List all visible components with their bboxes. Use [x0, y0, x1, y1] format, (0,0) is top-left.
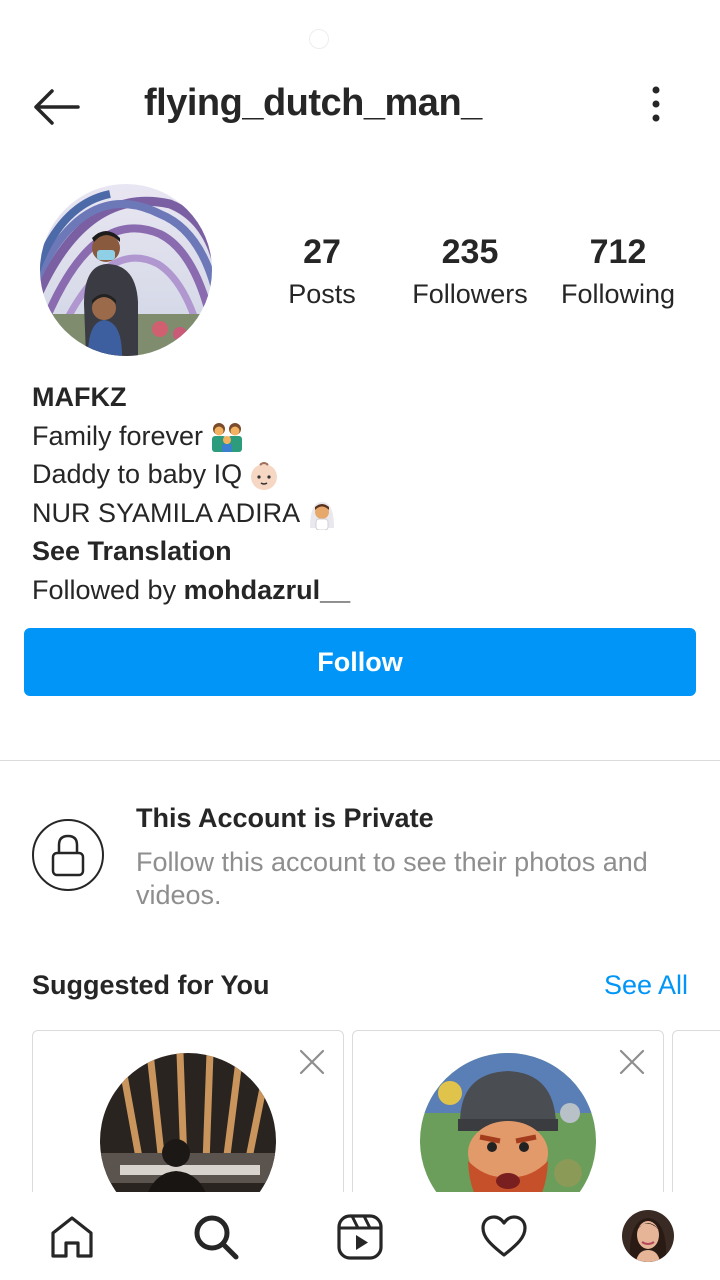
bio-line-wife-text: NUR SYAMILA ADIRA — [32, 497, 301, 528]
private-account-description: Follow this account to see their photos … — [136, 847, 648, 910]
suggested-carousel[interactable] — [0, 1030, 720, 1192]
followed-by-prefix: Followed by — [32, 574, 184, 605]
bio-line-daddy: Daddy to baby IQ — [32, 455, 350, 494]
back-arrow-icon — [34, 89, 80, 125]
more-options-button[interactable] — [640, 84, 672, 124]
more-vertical-icon — [652, 86, 660, 122]
baby-emoji-icon — [251, 461, 278, 490]
front-camera — [309, 29, 329, 49]
suggested-user-avatar[interactable] — [420, 1053, 596, 1192]
lock-icon — [51, 834, 85, 877]
bio-line-family-text: Family forever — [32, 420, 204, 451]
nav-reels[interactable] — [335, 1212, 385, 1262]
posts-count: 27 — [303, 233, 341, 271]
profile-display-name: MAFKZ — [32, 382, 127, 412]
nav-activity[interactable] — [479, 1212, 529, 1262]
profile-avatar[interactable] — [40, 184, 212, 356]
followed-by[interactable]: Followed by mohdazrul__ — [32, 571, 350, 610]
follow-button[interactable]: Follow — [24, 628, 696, 696]
close-icon — [619, 1049, 645, 1075]
followers-stat[interactable]: 235 Followers — [395, 232, 545, 314]
search-icon — [194, 1215, 239, 1260]
suggested-user-avatar[interactable] — [100, 1053, 276, 1192]
bride-emoji-icon — [310, 502, 335, 531]
bio-line-family: Family forever — [32, 417, 350, 456]
heart-icon — [481, 1215, 527, 1257]
section-divider — [0, 760, 720, 761]
suggested-card[interactable] — [672, 1030, 720, 1192]
nav-profile-avatar[interactable] — [622, 1210, 674, 1262]
dismiss-suggestion-button[interactable] — [617, 1047, 647, 1077]
following-label: Following — [560, 279, 676, 309]
followers-count: 235 — [441, 233, 499, 271]
reels-icon — [337, 1214, 383, 1260]
lock-badge — [32, 819, 104, 891]
home-icon — [51, 1216, 93, 1258]
family-emoji-icon — [212, 423, 243, 453]
see-all-link[interactable]: See All — [604, 970, 688, 1001]
followers-label: Followers — [412, 279, 528, 309]
posts-stat[interactable]: 27 Posts — [247, 232, 397, 314]
following-count: 712 — [589, 233, 647, 271]
posts-label: Posts — [288, 279, 356, 309]
suggested-card[interactable] — [32, 1030, 344, 1192]
profile-bio: MAFKZ Family forever Daddy to baby IQ NU… — [32, 378, 350, 609]
bio-line-wife: NUR SYAMILA ADIRA — [32, 494, 350, 533]
following-stat[interactable]: 712 Following — [543, 232, 693, 314]
suggested-card[interactable] — [352, 1030, 664, 1192]
dismiss-suggestion-button[interactable] — [297, 1047, 327, 1077]
nav-home[interactable] — [47, 1212, 97, 1262]
nav-search[interactable] — [191, 1212, 241, 1262]
bio-line-daddy-text: Daddy to baby IQ — [32, 459, 243, 489]
private-account-title: This Account is Private — [136, 803, 434, 833]
profile-username-title: flying_dutch_man_ — [144, 82, 482, 124]
see-translation-link[interactable]: See Translation — [32, 532, 350, 571]
followed-by-user[interactable]: mohdazrul__ — [184, 575, 351, 605]
suggested-title: Suggested for You — [32, 970, 270, 1000]
back-button[interactable] — [28, 84, 84, 130]
bottom-navigation — [0, 1192, 720, 1280]
close-icon — [299, 1049, 325, 1075]
